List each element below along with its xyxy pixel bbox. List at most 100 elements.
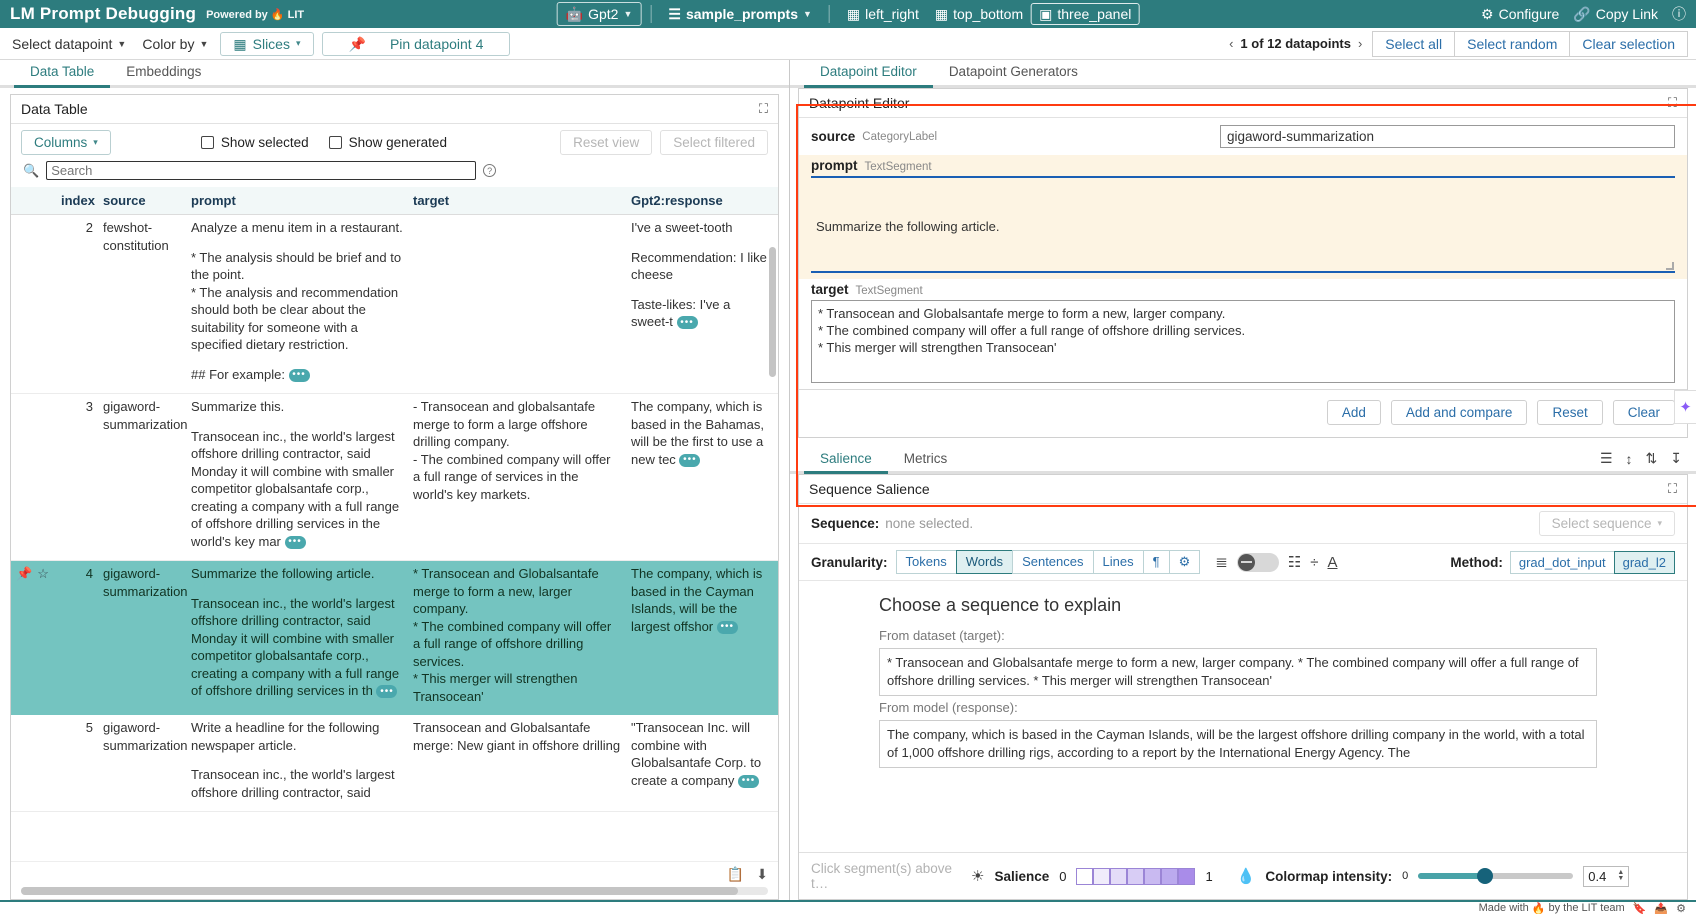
cell-pin[interactable]: 📌☆: [11, 561, 57, 716]
clear-button[interactable]: Clear: [1613, 400, 1675, 425]
reset-view-button[interactable]: Reset view: [560, 130, 652, 155]
lines-display-icon[interactable]: ≣: [1215, 553, 1228, 571]
select-filtered-button[interactable]: Select filtered: [660, 130, 768, 155]
source-field-input[interactable]: [1220, 125, 1675, 148]
grid-view-icon[interactable]: ☷: [1288, 553, 1301, 571]
granularity-option-words[interactable]: Words: [956, 550, 1013, 574]
collapse-up-icon[interactable]: ↕: [1626, 451, 1633, 467]
header-prompt[interactable]: prompt: [187, 187, 409, 215]
expand-cell-icon[interactable]: •••: [376, 685, 397, 698]
pin-datapoint-button[interactable]: 📌 Pin datapoint 4: [322, 32, 511, 56]
slider-knob[interactable]: [1477, 868, 1493, 884]
align-center-icon[interactable]: ⇅: [1646, 450, 1658, 467]
bookmark-icon[interactable]: 🔖: [1633, 902, 1647, 914]
next-datapoint-button[interactable]: ›: [1358, 36, 1362, 51]
search-help-icon[interactable]: ?: [483, 164, 496, 177]
table-row[interactable]: 📌☆4gigaword-summarizationSummarize the f…: [11, 561, 778, 716]
expand-cell-icon[interactable]: •••: [285, 536, 306, 549]
sparkle-icon[interactable]: ✦: [1674, 390, 1696, 424]
cell-pin[interactable]: [11, 215, 57, 394]
show-selected-checkbox[interactable]: Show selected: [201, 135, 309, 150]
expand-icon[interactable]: ⛶: [1668, 481, 1677, 497]
search-input[interactable]: [46, 161, 476, 180]
table-vertical-scrollbar[interactable]: [769, 247, 776, 377]
colormap-intensity-slider[interactable]: [1418, 873, 1573, 879]
select-sequence-button[interactable]: Select sequence ▾: [1539, 511, 1675, 536]
expand-down-icon[interactable]: ↧: [1670, 450, 1682, 467]
slices-button[interactable]: ▦ Slices ▾: [220, 32, 313, 56]
prompt-field-textarea[interactable]: Summarize the following article. Transoc…: [811, 176, 1675, 273]
header-source[interactable]: source: [99, 187, 187, 215]
reset-button[interactable]: Reset: [1537, 400, 1602, 425]
menu-icon[interactable]: ☰: [1600, 450, 1613, 467]
add-button[interactable]: Add: [1327, 400, 1381, 425]
copy-link-button[interactable]: 🔗 Copy Link: [1573, 6, 1658, 22]
stepper-arrows[interactable]: ▲▼: [1617, 870, 1624, 882]
granularity-option-lines[interactable]: Lines: [1093, 550, 1144, 574]
granularity-option-tokens[interactable]: Tokens: [896, 550, 957, 574]
cell-pin[interactable]: [11, 715, 57, 812]
target-field-textarea[interactable]: * Transocean and Globalsantafe merge to …: [811, 300, 1675, 383]
expand-icon[interactable]: ⛶: [759, 101, 768, 117]
expand-cell-icon[interactable]: •••: [677, 316, 698, 329]
expand-cell-icon[interactable]: •••: [738, 775, 759, 788]
clear-selection-button[interactable]: Clear selection: [1569, 31, 1688, 57]
dataset-selector[interactable]: ☰ sample_prompts ▼: [660, 3, 820, 25]
download-icon[interactable]: ⬇: [756, 866, 768, 883]
sequence-salience-title: Sequence Salience: [809, 481, 930, 497]
palette-icon[interactable]: ☀: [971, 867, 984, 885]
from-model-label: From model (response):: [799, 696, 1687, 720]
select-random-button[interactable]: Select random: [1454, 31, 1570, 57]
share-icon[interactable]: 📤: [1654, 902, 1668, 914]
table-horizontal-scrollbar[interactable]: [21, 887, 768, 895]
paragraph-icon[interactable]: ¶: [1143, 550, 1170, 574]
colormap-value-stepper[interactable]: 0.4 ▲▼: [1583, 866, 1629, 887]
tab-datapoint-editor[interactable]: Datapoint Editor: [804, 60, 933, 88]
star-icon[interactable]: ☆: [37, 566, 49, 581]
tab-metrics[interactable]: Metrics: [888, 447, 964, 471]
from-model-value[interactable]: The company, which is based in the Cayma…: [879, 720, 1597, 768]
settings-icon[interactable]: ⚙: [1676, 902, 1686, 914]
layout-three-panel[interactable]: ▣ three_panel: [1031, 3, 1139, 25]
tab-datapoint-generators[interactable]: Datapoint Generators: [933, 60, 1094, 85]
model-selector[interactable]: 🤖 Gpt2 ▼: [557, 2, 642, 26]
cell-pin[interactable]: [11, 394, 57, 561]
layout-left-right[interactable]: ▦ left_right: [839, 3, 927, 25]
tab-data-table[interactable]: Data Table: [14, 60, 110, 88]
table-row[interactable]: 5gigaword-summarizationWrite a headline …: [11, 715, 778, 812]
table-row[interactable]: 2fewshot-constitutionAnalyze a menu item…: [11, 215, 778, 394]
header-response[interactable]: Gpt2:response: [627, 187, 778, 215]
gear-icon[interactable]: ⚙: [1169, 550, 1201, 574]
tab-embeddings[interactable]: Embeddings: [110, 60, 217, 85]
header-target[interactable]: target: [409, 187, 627, 215]
tab-salience[interactable]: Salience: [804, 447, 888, 474]
configure-button[interactable]: ⚙ Configure: [1481, 6, 1559, 22]
color-by-dropdown[interactable]: Color by ▼: [138, 34, 212, 54]
expand-icon[interactable]: ⛶: [1668, 95, 1677, 111]
help-button[interactable]: ⓘ: [1672, 7, 1686, 21]
expand-cell-icon[interactable]: •••: [289, 369, 310, 382]
resize-grip[interactable]: [1666, 262, 1674, 270]
method-option-grad-dot-input[interactable]: grad_dot_input: [1510, 551, 1615, 574]
method-option-grad-l2[interactable]: grad_l2: [1614, 551, 1675, 574]
table-row[interactable]: 3gigaword-summarizationSummarize this.Tr…: [11, 394, 778, 561]
data-table-scroll-area[interactable]: index source prompt target Gpt2:response…: [11, 187, 778, 861]
granularity-option-sentences[interactable]: Sentences: [1012, 550, 1093, 574]
scrollbar-thumb[interactable]: [21, 887, 738, 895]
font-size-icon[interactable]: A: [1327, 554, 1337, 571]
prev-datapoint-button[interactable]: ‹: [1229, 36, 1233, 51]
select-all-button[interactable]: Select all: [1372, 31, 1455, 57]
copy-icon[interactable]: 📋: [727, 866, 744, 883]
divide-icon[interactable]: ÷: [1310, 554, 1318, 571]
layout-top-bottom[interactable]: ▦ top_bottom: [927, 3, 1031, 25]
columns-button[interactable]: Columns ▾: [21, 130, 111, 155]
show-generated-checkbox[interactable]: Show generated: [329, 135, 447, 150]
select-datapoint-dropdown[interactable]: Select datapoint ▼: [8, 34, 130, 54]
expand-cell-icon[interactable]: •••: [717, 621, 738, 634]
from-dataset-value[interactable]: * Transocean and Globalsantafe merge to …: [879, 648, 1597, 696]
pin-icon[interactable]: 📌: [16, 566, 32, 581]
header-index[interactable]: index: [57, 187, 99, 215]
expand-cell-icon[interactable]: •••: [679, 454, 700, 467]
display-mode-toggle[interactable]: [1237, 553, 1279, 572]
add-and-compare-button[interactable]: Add and compare: [1391, 400, 1528, 425]
